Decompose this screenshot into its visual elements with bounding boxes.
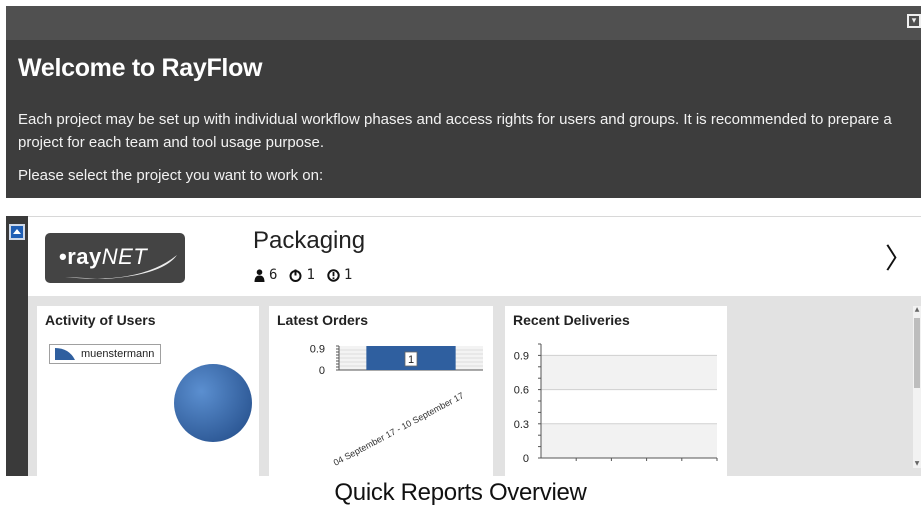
scroll-down-icon[interactable]: ▼	[913, 460, 921, 468]
welcome-panel: Welcome to RayFlow Each project may be s…	[6, 40, 921, 198]
user-icon	[254, 268, 265, 282]
collapse-toggle-icon[interactable]: ▾	[907, 14, 921, 28]
alert-icon	[327, 268, 340, 282]
stat-users: 6	[254, 267, 277, 283]
stat-users-count: 6	[269, 267, 278, 283]
project-title[interactable]: Packaging	[253, 227, 365, 255]
pie-slice	[174, 364, 252, 442]
plot-band	[541, 423, 717, 458]
y-tick-label: 0.6	[514, 385, 529, 397]
bar-data-label: 1	[408, 354, 414, 366]
stat-pending: 1	[289, 267, 315, 283]
rayflow-window: ▾ Welcome to RayFlow Each project may be…	[6, 6, 921, 476]
plot-band	[541, 344, 717, 356]
stat-pending-count: 1	[306, 267, 315, 283]
next-project-chevron-icon[interactable]: 〉	[885, 237, 913, 277]
latest-orders-card: Latest Orders 0.9 0 1 04 September 17 - 10 …	[269, 306, 493, 476]
page-caption: Quick Reports Overview	[334, 479, 587, 506]
welcome-title: Welcome to RayFlow	[18, 54, 263, 82]
scroll-thumb[interactable]	[914, 318, 920, 388]
collapse-up-button[interactable]	[9, 224, 25, 240]
stat-alerts: 1	[327, 267, 352, 283]
scroll-up-icon[interactable]: ▲	[913, 306, 921, 314]
project-list-strip	[6, 216, 28, 476]
project-stats: 6 1 1	[254, 267, 352, 283]
project-card-packaging[interactable]: •rayNET Packaging 6 1 1 〉	[28, 216, 921, 297]
y-tick-label: 0.3	[514, 419, 529, 431]
welcome-prompt: Please select the project you want to wo…	[18, 167, 324, 184]
y-tick-label: 0	[523, 453, 529, 465]
x-tick-label: 04 September 17 - 10 September 17	[332, 390, 466, 467]
y-tick-label: 0.9	[514, 350, 529, 362]
activity-of-users-card: Activity of Users muenstermann	[37, 306, 259, 476]
y-tick-label: 0.9	[310, 343, 325, 355]
stat-alerts-count: 1	[343, 267, 353, 283]
quick-reports-area: Activity of Users muenstermann Latest Or…	[28, 296, 921, 476]
plot-band	[541, 355, 717, 390]
activity-pie-chart	[174, 364, 252, 442]
power-clock-icon	[289, 269, 302, 282]
logo-sub-text: NET	[101, 244, 148, 269]
y-tick-label: 0	[319, 365, 325, 377]
top-bar: ▾	[6, 6, 921, 40]
logo-main-text: •ray	[59, 244, 102, 269]
reports-scrollbar[interactable]: ▲ ▼	[913, 306, 921, 468]
welcome-description: Each project may be set up with individu…	[18, 111, 892, 151]
raynet-logo: •rayNET	[45, 233, 185, 283]
divider	[6, 198, 921, 216]
deliveries-line-chart: 0 0.3 0.6 0.9	[514, 343, 718, 465]
recent-deliveries-card: Recent Deliveries 0 0.3 0.6 0.9	[505, 306, 727, 476]
plot-band	[541, 389, 717, 424]
orders-bar-chart: 0.9 0 1 04 September 17 - 10 September 17	[310, 343, 483, 468]
